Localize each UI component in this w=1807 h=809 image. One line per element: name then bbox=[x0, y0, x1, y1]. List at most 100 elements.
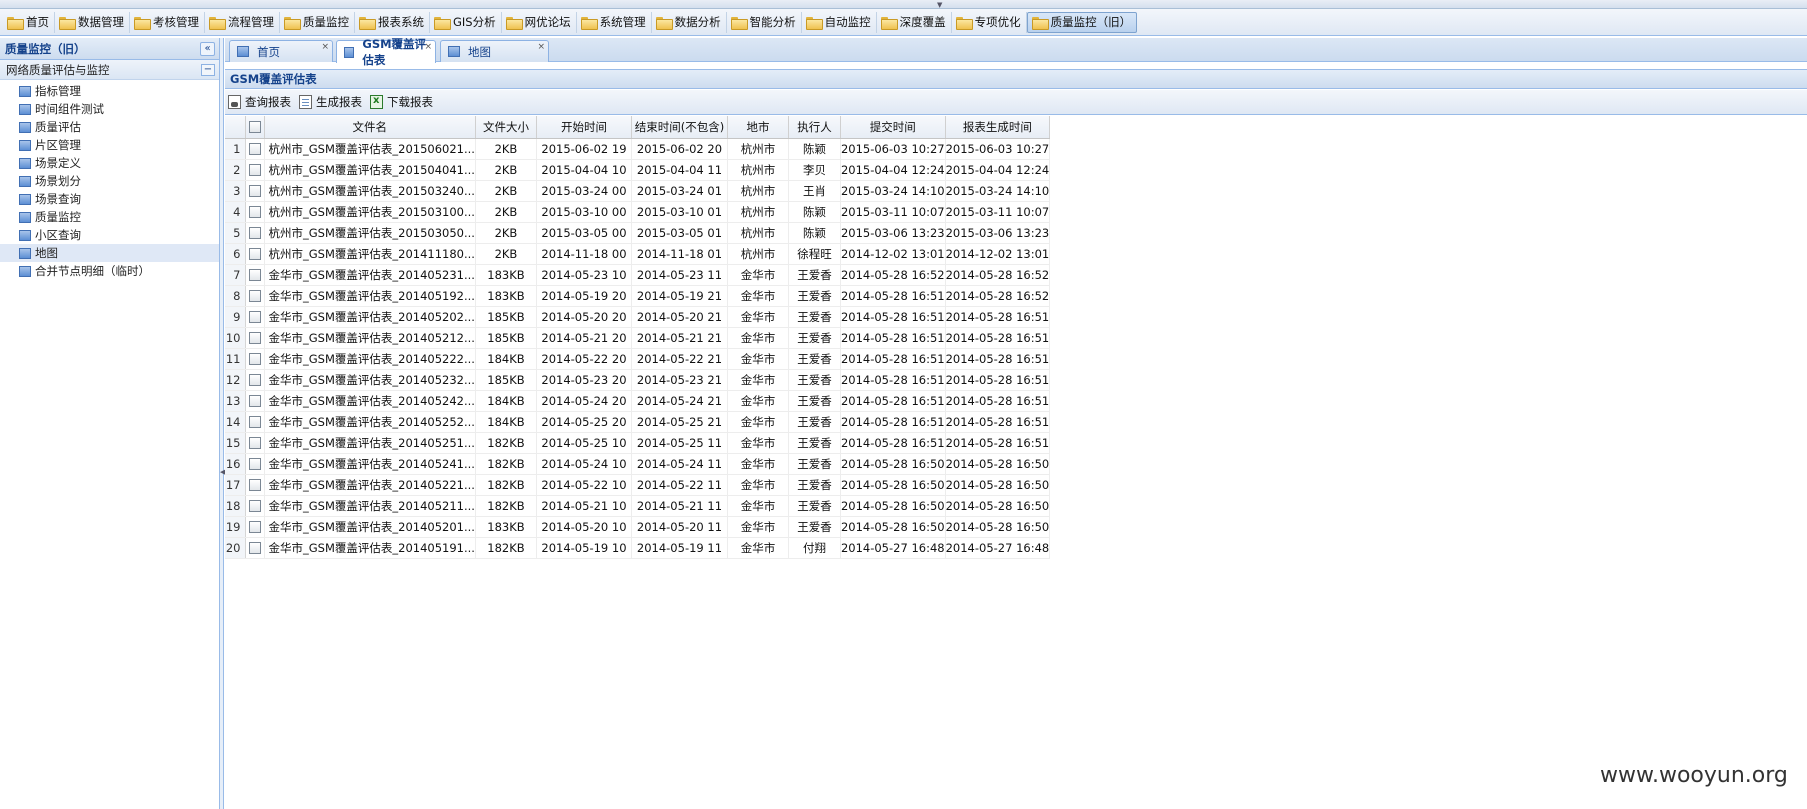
row-checkbox[interactable] bbox=[248, 290, 261, 302]
tree-item[interactable]: 时间组件测试 bbox=[0, 100, 219, 118]
row-select-cell[interactable] bbox=[245, 390, 265, 412]
top-collapse-strip[interactable]: ▼ bbox=[0, 0, 1807, 9]
download-report-button[interactable]: 下载报表 bbox=[370, 94, 433, 110]
menu-item[interactable]: 首页 bbox=[3, 11, 55, 33]
row-checkbox[interactable] bbox=[248, 311, 261, 323]
table-row[interactable]: 11 金华市_GSM覆盖评估表_201405222... 184KB 2014-05-… bbox=[225, 348, 1051, 370]
table-row[interactable]: 20 金华市_GSM覆盖评估表_201405191... 182KB 2014-05-… bbox=[225, 537, 1051, 559]
table-row[interactable]: 5 杭州市_GSM覆盖评估表_201503050... 2KB 2015-03-05 … bbox=[225, 222, 1051, 244]
column-header[interactable]: 结束时间(不包含) bbox=[631, 116, 728, 139]
table-row[interactable]: 19 金华市_GSM覆盖评估表_201405201... 183KB 2014-05-… bbox=[225, 516, 1051, 538]
column-header[interactable]: 执行人 bbox=[788, 116, 841, 139]
menu-item[interactable]: 专项优化 bbox=[952, 11, 1027, 33]
row-select-cell[interactable] bbox=[245, 411, 265, 433]
column-header[interactable]: 报表生成时间 bbox=[945, 116, 1051, 139]
menu-item[interactable]: 考核管理 bbox=[130, 11, 205, 33]
query-report-button[interactable]: 查询报表 bbox=[228, 94, 291, 110]
row-select-cell[interactable] bbox=[245, 474, 265, 496]
tab-close-icon[interactable]: × bbox=[424, 42, 432, 52]
row-checkbox[interactable] bbox=[248, 437, 261, 449]
collapse-left-icon[interactable]: « bbox=[200, 41, 215, 56]
menu-item[interactable]: 质量监控 bbox=[280, 11, 355, 33]
row-select-cell[interactable] bbox=[245, 327, 265, 349]
tab-close-icon[interactable]: × bbox=[537, 42, 545, 52]
table-row[interactable]: 16 金华市_GSM覆盖评估表_201405241... 182KB 2014-05-… bbox=[225, 453, 1051, 475]
row-checkbox[interactable] bbox=[248, 332, 261, 344]
column-header[interactable]: 地市 bbox=[727, 116, 789, 139]
row-select-cell[interactable] bbox=[245, 243, 265, 265]
row-checkbox[interactable] bbox=[248, 500, 261, 512]
row-select-cell[interactable] bbox=[245, 201, 265, 223]
table-row[interactable]: 9 金华市_GSM覆盖评估表_201405202... 185KB 2014-05-2… bbox=[225, 306, 1051, 328]
row-checkbox[interactable] bbox=[248, 269, 261, 281]
row-select-cell[interactable] bbox=[245, 285, 265, 307]
row-checkbox[interactable] bbox=[248, 521, 261, 533]
select-all-header[interactable] bbox=[245, 116, 265, 139]
column-header[interactable]: 文件大小 bbox=[475, 116, 537, 139]
row-checkbox[interactable] bbox=[248, 542, 261, 554]
collapse-grip-icon[interactable]: ▼ bbox=[937, 1, 942, 9]
table-row[interactable]: 4 杭州市_GSM覆盖评估表_201503100... 2KB 2015-03-10 … bbox=[225, 201, 1051, 223]
table-row[interactable]: 12 金华市_GSM覆盖评估表_201405232... 185KB 2014-05-… bbox=[225, 369, 1051, 391]
tree-item[interactable]: 地图 bbox=[0, 244, 219, 262]
row-checkbox[interactable] bbox=[248, 479, 261, 491]
tree-item[interactable]: 场景定义 bbox=[0, 154, 219, 172]
tab[interactable]: GSM覆盖评估表 × bbox=[336, 37, 436, 67]
row-select-cell[interactable] bbox=[245, 180, 265, 202]
tab-close-icon[interactable]: × bbox=[321, 42, 329, 52]
tree-item[interactable]: 场景查询 bbox=[0, 190, 219, 208]
table-row[interactable]: 18 金华市_GSM覆盖评估表_201405211... 182KB 2014-05-… bbox=[225, 495, 1051, 517]
row-checkbox[interactable] bbox=[248, 185, 261, 197]
menu-item[interactable]: 数据管理 bbox=[55, 11, 130, 33]
menu-item[interactable]: 自动监控 bbox=[802, 11, 877, 33]
menu-item[interactable]: 流程管理 bbox=[205, 11, 280, 33]
tree-item[interactable]: 场景划分 bbox=[0, 172, 219, 190]
select-all-checkbox[interactable] bbox=[248, 121, 261, 134]
column-header[interactable]: 开始时间 bbox=[536, 116, 632, 139]
row-checkbox[interactable] bbox=[248, 143, 261, 155]
table-row[interactable]: 6 杭州市_GSM覆盖评估表_201411180... 2KB 2014-11-18 … bbox=[225, 243, 1051, 265]
table-row[interactable]: 3 杭州市_GSM覆盖评估表_201503240... 2KB 2015-03-24 … bbox=[225, 180, 1051, 202]
table-row[interactable]: 8 金华市_GSM覆盖评估表_201405192... 183KB 2014-05-1… bbox=[225, 285, 1051, 307]
row-select-cell[interactable] bbox=[245, 453, 265, 475]
tree-section-header[interactable]: 网络质量评估与监控 − bbox=[0, 60, 219, 80]
row-select-cell[interactable] bbox=[245, 306, 265, 328]
tree-item[interactable]: 质量评估 bbox=[0, 118, 219, 136]
row-checkbox[interactable] bbox=[248, 164, 261, 176]
row-select-cell[interactable] bbox=[245, 369, 265, 391]
column-header[interactable]: 文件名 bbox=[264, 116, 476, 139]
row-select-cell[interactable] bbox=[245, 138, 265, 160]
table-row[interactable]: 14 金华市_GSM覆盖评估表_201405252... 184KB 2014-05-… bbox=[225, 411, 1051, 433]
row-select-cell[interactable] bbox=[245, 516, 265, 538]
table-row[interactable]: 1 杭州市_GSM覆盖评估表_201506021... 2KB 2015-06-02 … bbox=[225, 138, 1051, 160]
tree-item[interactable]: 合并节点明细（临时） bbox=[0, 262, 219, 280]
menu-item[interactable]: 质量监控（旧） bbox=[1026, 11, 1138, 33]
row-checkbox[interactable] bbox=[248, 374, 261, 386]
table-row[interactable]: 10 金华市_GSM覆盖评估表_201405212... 185KB 2014-05-… bbox=[225, 327, 1051, 349]
tree-item[interactable]: 指标管理 bbox=[0, 82, 219, 100]
row-checkbox[interactable] bbox=[248, 248, 261, 260]
menu-item[interactable]: GIS分析 bbox=[430, 11, 502, 33]
menu-item[interactable]: 数据分析 bbox=[652, 11, 727, 33]
table-row[interactable]: 7 金华市_GSM覆盖评估表_201405231... 183KB 2014-05-2… bbox=[225, 264, 1051, 286]
table-row[interactable]: 2 杭州市_GSM覆盖评估表_201504041... 2KB 2015-04-04 … bbox=[225, 159, 1051, 181]
generate-report-button[interactable]: 生成报表 bbox=[299, 94, 362, 110]
table-row[interactable]: 15 金华市_GSM覆盖评估表_201405251... 182KB 2014-05-… bbox=[225, 432, 1051, 454]
column-header[interactable]: 提交时间 bbox=[840, 116, 946, 139]
menu-item[interactable]: 深度覆盖 bbox=[877, 11, 952, 33]
row-checkbox[interactable] bbox=[248, 416, 261, 428]
row-checkbox[interactable] bbox=[248, 458, 261, 470]
collapse-section-icon[interactable]: − bbox=[201, 63, 215, 76]
row-checkbox[interactable] bbox=[248, 227, 261, 239]
menu-item[interactable]: 网优论坛 bbox=[502, 11, 577, 33]
row-checkbox[interactable] bbox=[248, 206, 261, 218]
row-checkbox[interactable] bbox=[248, 353, 261, 365]
row-select-cell[interactable] bbox=[245, 537, 265, 559]
menu-item[interactable]: 系统管理 bbox=[577, 11, 652, 33]
menu-item[interactable]: 智能分析 bbox=[727, 11, 802, 33]
row-select-cell[interactable] bbox=[245, 222, 265, 244]
row-checkbox[interactable] bbox=[248, 395, 261, 407]
row-select-cell[interactable] bbox=[245, 159, 265, 181]
row-select-cell[interactable] bbox=[245, 348, 265, 370]
panel-splitter[interactable]: ◀ bbox=[220, 38, 225, 809]
